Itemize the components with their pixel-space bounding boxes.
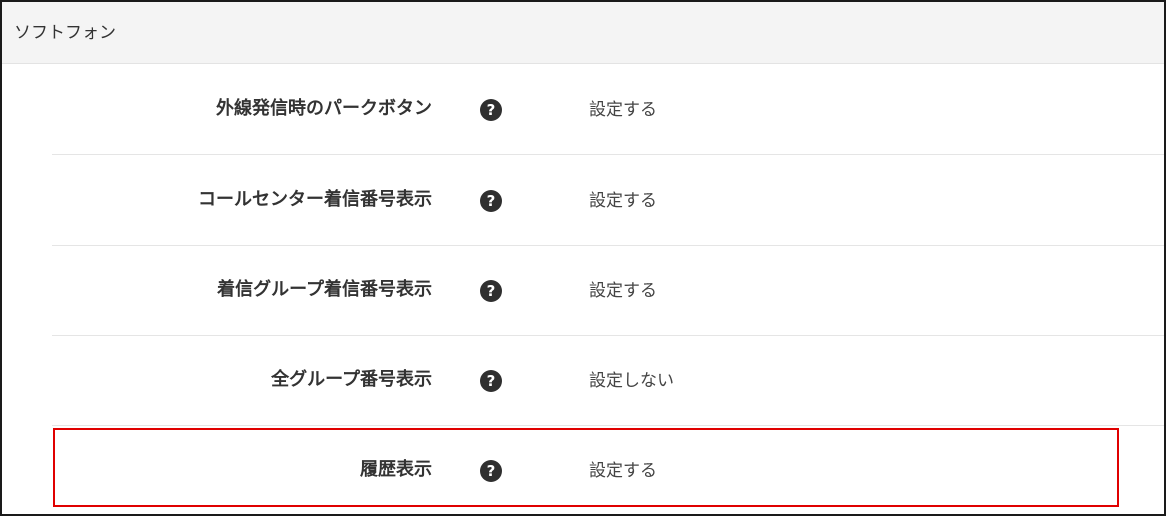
setting-row-all-group-number: 全グループ番号表示 ? 設定しない — [52, 336, 1164, 426]
question-circle-icon[interactable]: ? — [480, 370, 502, 392]
setting-value: 設定する — [589, 281, 657, 301]
setting-label: 外線発信時のパークボタン — [216, 98, 432, 119]
question-circle-icon[interactable]: ? — [480, 99, 502, 121]
setting-value: 設定しない — [589, 371, 674, 391]
settings-panel: ソフトフォン 外線発信時のパークボタン ? 設定する コールセンター着信番号表示… — [0, 0, 1166, 516]
setting-value: 設定する — [589, 100, 657, 120]
setting-row-callcenter-number: コールセンター着信番号表示 ? 設定する — [52, 156, 1164, 246]
question-circle-icon[interactable]: ? — [480, 460, 502, 482]
setting-label: コールセンター着信番号表示 — [198, 189, 432, 210]
question-circle-icon[interactable]: ? — [480, 190, 502, 212]
setting-value: 設定する — [589, 191, 657, 211]
setting-value: 設定する — [589, 461, 657, 481]
setting-label: 着信グループ着信番号表示 — [217, 279, 432, 300]
setting-row-group-incoming-number: 着信グループ着信番号表示 ? 設定する — [52, 246, 1164, 336]
setting-row-history: 履歴表示 ? 設定する — [52, 426, 1164, 514]
setting-label: 履歴表示 — [360, 459, 432, 480]
question-circle-icon[interactable]: ? — [480, 280, 502, 302]
setting-row-park-button: 外線発信時のパークボタン ? 設定する — [52, 65, 1164, 155]
section-header: ソフトフォン — [2, 2, 1164, 64]
setting-label: 全グループ番号表示 — [271, 369, 432, 390]
section-title: ソフトフォン — [14, 23, 116, 43]
